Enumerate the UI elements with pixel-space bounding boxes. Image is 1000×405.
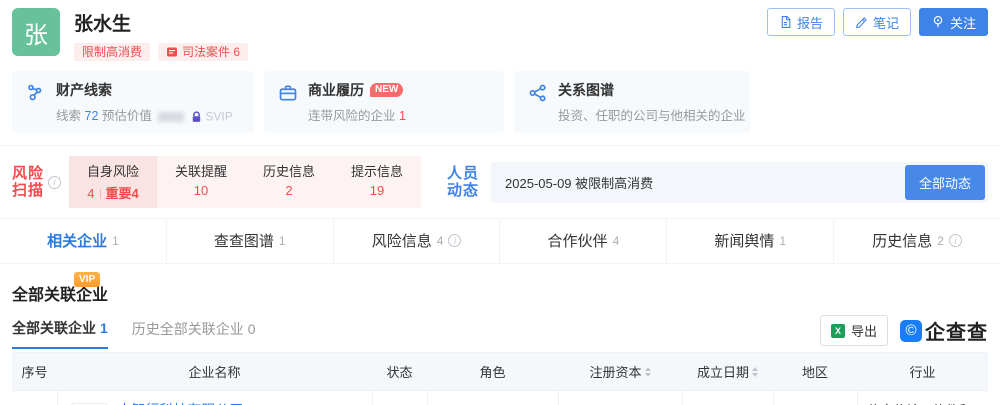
- sort-icon[interactable]: [752, 366, 758, 377]
- export-button[interactable]: X 导出: [819, 315, 888, 346]
- col-industry: 行业: [857, 352, 988, 391]
- tab-partners[interactable]: 合作伙伴 4: [499, 219, 666, 263]
- main-tabs: 相关企业 1 查查图谱 1 风险信息 4 i 合作伙伴 4 新闻舆情 1 历史信息 2 i: [0, 218, 1000, 264]
- avatar: 张: [12, 8, 60, 56]
- col-company: 企业名称: [57, 352, 372, 391]
- tag-judicial-cases[interactable]: 司法案件 6: [158, 43, 249, 61]
- col-role: 角色: [427, 352, 558, 391]
- briefcase-icon: [279, 85, 297, 101]
- cell-industry: 信息传输、软件和信息技术服务业: [856, 390, 988, 405]
- svip-label: SVIP: [205, 109, 233, 124]
- section-head: VIP 全部关联企业: [12, 272, 108, 305]
- qichacha-logo: © 企查查: [900, 316, 988, 345]
- cell-region: 江苏省: [772, 390, 858, 405]
- tag-consumption-restriction[interactable]: 限制高消费: [74, 43, 151, 61]
- case-file-icon: [167, 47, 178, 57]
- card-desc: 线索 72 预估价值 SVIP: [56, 109, 233, 124]
- follow-icon: [933, 15, 943, 28]
- report-button[interactable]: 报告: [766, 8, 835, 36]
- tab-news-sentiment[interactable]: 新闻舆情 1: [666, 219, 833, 263]
- cell-date: 2018-06-08: [681, 390, 774, 405]
- new-badge: NEW: [370, 83, 404, 97]
- card-desc: 连带风险的企业 1: [308, 109, 406, 123]
- risk-tab-hint-info[interactable]: 提示信息 19: [333, 156, 421, 208]
- related-companies-table: 序号 企业名称 状态 角色 注册资本 成立日期 地区 行业: [12, 352, 988, 405]
- subtab-history-related[interactable]: 历史全部关联企业 0: [132, 319, 256, 348]
- table-header-row: 序号 企业名称 状态 角色 注册资本 成立日期 地区 行业: [12, 352, 988, 391]
- follow-button[interactable]: 关注: [918, 8, 988, 36]
- col-status: 状态: [372, 352, 427, 391]
- brand-icon: ©: [900, 319, 922, 342]
- tab-chacha-graph[interactable]: 查查图谱 1: [165, 219, 333, 263]
- lock-icon: [192, 111, 201, 122]
- cell-index: 1: [12, 390, 58, 405]
- sort-icon[interactable]: [644, 366, 651, 377]
- card-title: 财产线索: [56, 82, 112, 98]
- tab-risk-info[interactable]: 风险信息 4 i: [332, 219, 500, 263]
- card-title: 商业履历 NEW: [308, 80, 406, 100]
- person-tags: 限制高消费 司法案件 6: [74, 43, 249, 61]
- card-title: 关系图谱: [558, 82, 614, 98]
- risk-tabs: 自身风险 4 重要4 关联提醒 10 历史信息 2 提示信息 19: [69, 156, 422, 208]
- cell-company: 中智行 中智行科技有限公司 被执行人 限制高消费: [58, 400, 372, 405]
- info-icon[interactable]: i: [948, 234, 962, 247]
- personnel-dynamics-label: 人员 动态: [447, 164, 480, 199]
- col-date-sort[interactable]: 成立日期: [682, 352, 773, 391]
- page-title: 张水生: [74, 14, 132, 35]
- card-business-history[interactable]: 商业履历 NEW 连带风险的企业 1: [264, 71, 504, 133]
- risk-scan-row: 风险 扫描 i 自身风险 4 重要4 关联提醒 10 历史信息 2 提示信息 19…: [0, 145, 1000, 218]
- col-region: 地区: [773, 352, 857, 391]
- personnel-event-bar: 2025-05-09 被限制高消费 全部动态: [491, 161, 988, 203]
- card-desc: 投资、任职的公司与他相关的企业: [558, 109, 746, 123]
- col-index: 序号: [12, 352, 57, 391]
- tab-related-companies[interactable]: 相关企业 1: [0, 219, 166, 263]
- sub-tabs-row: 全部关联企业 1 历史全部关联企业 0 X 导出 © 企查查: [12, 315, 988, 352]
- card-property-clues[interactable]: 财产线索 线索 72 预估价值 SVIP: [12, 71, 254, 133]
- all-dynamics-button[interactable]: 全部动态: [904, 164, 985, 200]
- clue-nodes-icon: [28, 84, 42, 101]
- risk-tab-related-alerts[interactable]: 关联提醒 10: [157, 156, 245, 208]
- masked-value: [158, 111, 185, 122]
- cell-status: 在业: [371, 390, 428, 405]
- summary-cards: 财产线索 线索 72 预估价值 SVIP 商业履历 NEW 连带风险的企业 1 …: [0, 65, 1000, 145]
- subtab-all-related[interactable]: 全部关联企业 1: [12, 318, 108, 349]
- risk-tab-history-info[interactable]: 历史信息 2: [245, 156, 333, 208]
- info-icon[interactable]: i: [48, 175, 62, 189]
- company-link[interactable]: 中智行科技有限公司: [118, 400, 266, 405]
- personnel-event[interactable]: 2025-05-09 被限制高消费: [505, 173, 653, 192]
- table-row: 1 中智行 中智行科技有限公司 被执行人 限制高消费: [12, 390, 988, 405]
- profile-header: 张 张水生 限制高消费 司法案件 6 报告 笔记 关注: [0, 0, 1000, 65]
- risk-tab-self-risk[interactable]: 自身风险 4 重要4: [69, 156, 158, 208]
- col-capital-sort[interactable]: 注册资本: [558, 352, 682, 391]
- tab-history-info[interactable]: 历史信息 2 i: [833, 219, 1000, 263]
- document-icon: [781, 16, 791, 28]
- cell-capital: 15000万元: [557, 390, 683, 405]
- note-button[interactable]: 笔记: [842, 8, 911, 36]
- vip-badge: VIP: [74, 272, 101, 287]
- card-relationship-graph[interactable]: 关系图谱 投资、任职的公司与他相关的企业: [514, 71, 750, 133]
- risk-scan-label: 风险 扫描: [12, 164, 45, 199]
- pencil-icon: [855, 16, 867, 28]
- info-icon[interactable]: i: [448, 234, 462, 247]
- cell-role: 总经理: [426, 390, 559, 405]
- share-network-icon: [529, 84, 546, 102]
- excel-icon: X: [830, 323, 845, 338]
